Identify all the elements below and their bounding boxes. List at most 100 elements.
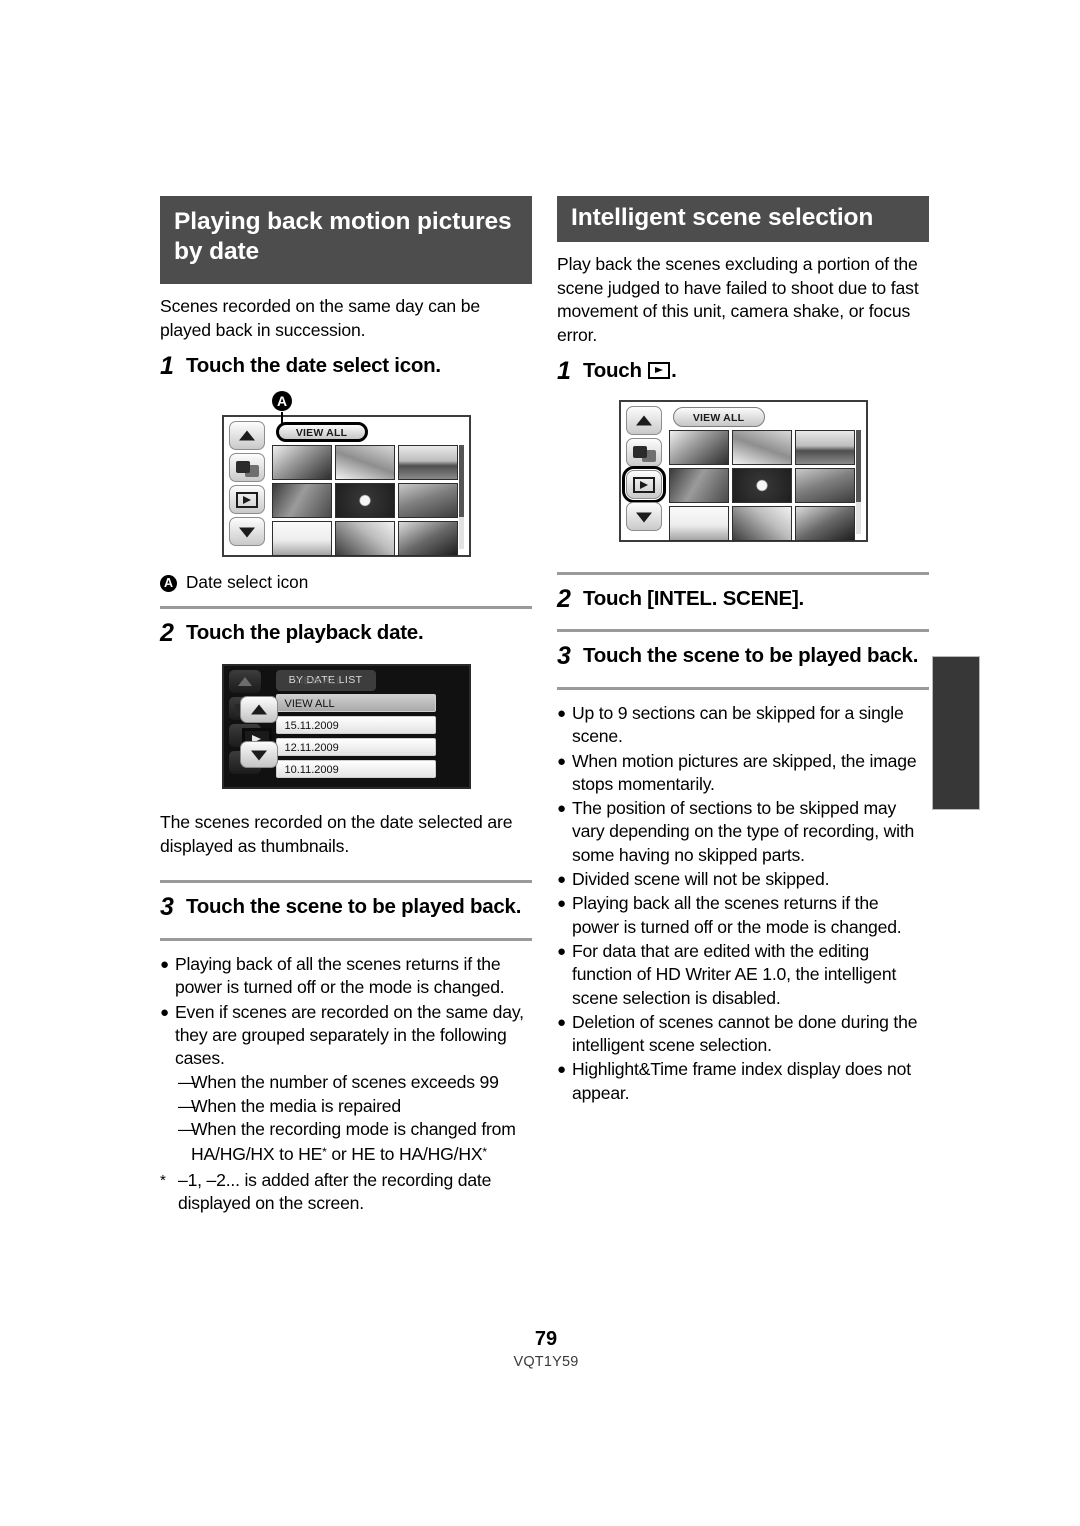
list-item: ● When motion pictures are skipped, the … <box>557 750 929 797</box>
manual-page: Playing back motion pictures by date Sce… <box>0 0 1080 1526</box>
footnote: * –1, –2... is added after the recording… <box>160 1169 532 1216</box>
down-arrow-icon[interactable] <box>239 741 278 768</box>
right-step-2: 2 Touch [INTEL. SCENE]. <box>557 584 929 614</box>
date-list-item[interactable]: 12.11.2009 <box>275 738 436 756</box>
scrollbar[interactable] <box>855 430 861 534</box>
list-item: ● Playing back of all the scenes returns… <box>160 953 532 1000</box>
list-item-text: Even if scenes are recorded on the same … <box>175 1001 524 1069</box>
step-text: Touch the scene to be played back. <box>583 644 919 667</box>
list-item: — When the media is repaired <box>160 1095 532 1118</box>
screen-side-rail <box>621 406 666 531</box>
thumbnail[interactable] <box>668 506 729 541</box>
thumbnail[interactable] <box>668 430 729 465</box>
list-item-text-tail: or HE to HA/HG/HX <box>331 1144 483 1165</box>
left-step-2: 2 Touch the playback date. <box>160 618 532 648</box>
step-text: Touch [INTEL. SCENE]. <box>583 587 805 610</box>
bullet-icon: ● <box>557 752 566 770</box>
chapter-edge-tab <box>932 656 980 810</box>
play-mode-icon[interactable] <box>228 485 265 514</box>
step-number: 2 <box>557 585 571 613</box>
page-number: 79 <box>534 1328 558 1350</box>
left-step-1: 1 Touch the date select icon. <box>160 351 532 381</box>
thumbnail[interactable] <box>731 468 792 503</box>
up-arrow-icon[interactable] <box>227 669 262 694</box>
date-select-icon[interactable]: VIEW ALL <box>275 422 368 442</box>
thumbnail[interactable] <box>794 430 855 465</box>
thumbnail[interactable] <box>397 483 458 518</box>
play-icon <box>648 362 671 379</box>
up-arrow-icon[interactable] <box>228 421 265 450</box>
step-number: 2 <box>160 619 174 647</box>
list-item-text: When the number of scenes exceeds 99 <box>191 1072 499 1093</box>
date-list: VIEW ALL 15.11.2009 12.11.2009 10.11.200… <box>275 694 436 782</box>
view-all-button[interactable]: VIEW ALL <box>672 407 765 427</box>
step-text: Touch . <box>583 356 677 384</box>
bullet-icon: ● <box>557 800 566 818</box>
up-arrow-icon[interactable] <box>239 696 278 723</box>
step-text-before: Touch <box>583 359 642 382</box>
date-list-item[interactable]: VIEW ALL <box>275 694 436 712</box>
play-mode-icon-highlighted[interactable] <box>621 466 666 503</box>
device-screen-thumbnail-view: VIEW ALL <box>618 400 868 542</box>
list-item-text: When motion pictures are skipped, the im… <box>572 750 917 794</box>
divider <box>160 938 532 941</box>
overlay-scroll-buttons <box>239 696 278 768</box>
thumbnail[interactable] <box>397 445 458 480</box>
right-step-3: 3 Touch the scene to be played back. <box>557 641 929 671</box>
thumbnail[interactable] <box>731 506 792 541</box>
list-item-text: For data that are edited with the editin… <box>572 940 897 1008</box>
up-arrow-icon[interactable] <box>625 406 662 435</box>
right-intro-text: Play back the scenes excluding a portion… <box>557 254 919 345</box>
left-intro-text: Scenes recorded on the same day can be p… <box>160 296 480 340</box>
thumbnail[interactable] <box>668 468 729 503</box>
by-date-list-title: VIEW ALL BY DATE LIST <box>275 670 376 691</box>
list-item-text: Up to 9 sections can be skipped for a si… <box>572 703 904 747</box>
scrollbar[interactable] <box>458 445 464 549</box>
bullet-icon: ● <box>160 1003 169 1021</box>
thumbnail[interactable] <box>731 430 792 465</box>
list-item: ● Deletion of scenes cannot be done duri… <box>557 1011 929 1058</box>
bullet-icon: ● <box>557 871 566 889</box>
list-item: ● Even if scenes are recorded on the sam… <box>160 1001 532 1071</box>
list-item: ● The position of sections to be skipped… <box>557 797 929 867</box>
left-after-screen-text: The scenes recorded on the date selected… <box>160 812 513 856</box>
list-item-text: Deletion of scenes cannot be done during… <box>572 1011 918 1056</box>
step-number: 1 <box>160 352 174 380</box>
thumbnail[interactable] <box>271 521 332 556</box>
thumbnail[interactable] <box>271 445 332 480</box>
screen-side-rail <box>228 421 265 546</box>
step-text: Touch the playback date. <box>186 621 424 644</box>
callout-legend-text: Date select icon <box>186 572 309 592</box>
thumbnail[interactable] <box>334 445 395 480</box>
date-list-item[interactable]: 10.11.2009 <box>275 760 436 778</box>
date-list-item[interactable]: 15.11.2009 <box>275 716 436 734</box>
divider <box>557 687 929 690</box>
down-arrow-icon[interactable] <box>228 517 265 546</box>
thumbnail[interactable] <box>794 506 855 541</box>
down-arrow-icon[interactable] <box>625 502 662 531</box>
thumbnail-grid <box>271 445 462 556</box>
thumbnail[interactable] <box>271 483 332 518</box>
thumbnail[interactable] <box>334 483 395 518</box>
list-item-text: Playing back all the scenes returns if t… <box>572 893 902 937</box>
bullet-icon: ● <box>557 705 566 722</box>
step-number: 1 <box>557 357 571 385</box>
dash-icon: — <box>178 1095 196 1116</box>
list-item-text: Highlight&Time frame index display does … <box>572 1059 911 1103</box>
view-all-ghost-label: VIEW ALL <box>293 676 343 687</box>
thumbnail[interactable] <box>397 521 458 556</box>
thumbnail[interactable] <box>334 521 395 556</box>
media-select-icon[interactable] <box>625 438 662 467</box>
left-section-heading: Playing back motion pictures by date <box>160 196 532 284</box>
list-item: ● For data that are edited with the edit… <box>557 940 929 1010</box>
left-notes-list: ● Playing back of all the scenes returns… <box>160 953 532 1215</box>
media-select-icon[interactable] <box>228 453 265 482</box>
step-number: 3 <box>160 893 174 921</box>
list-item: — When the number of scenes exceeds 99 <box>160 1071 532 1094</box>
device-screen-date-list: VIEW ALL BY DATE LIST VIEW ALL 15.11.200… <box>221 664 471 789</box>
right-column: Intelligent scene selection Play back th… <box>557 196 929 1106</box>
list-item-text: The position of sections to be skipped m… <box>572 798 915 865</box>
page-footer: 79 VQT1Y59 <box>0 1328 1080 1370</box>
divider <box>557 629 929 632</box>
thumbnail[interactable] <box>794 468 855 503</box>
